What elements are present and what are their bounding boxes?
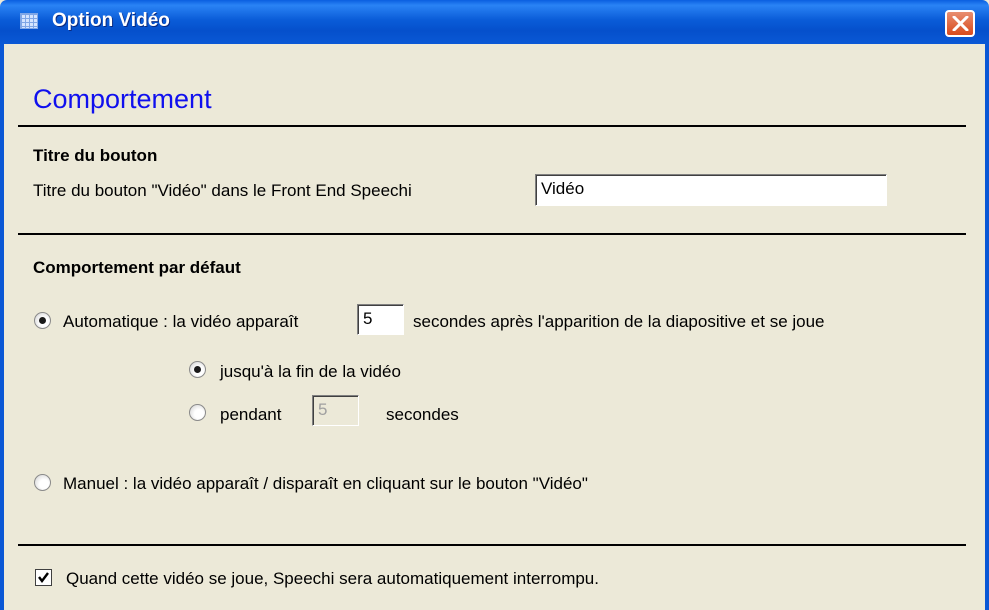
divider <box>18 233 966 235</box>
button-title-input[interactable]: Vidéo <box>535 174 887 206</box>
manual-label: Manuel : la vidéo apparaît / disparaît e… <box>63 474 588 493</box>
title-bar: Option Vidéo <box>0 0 989 44</box>
checkmark-icon <box>38 572 49 583</box>
radio-selected-dot <box>39 317 46 324</box>
button-title-field-label: Titre du bouton "Vidéo" dans le Front En… <box>33 181 412 200</box>
divider <box>18 544 966 546</box>
until-end-label: jusqu'à la fin de la vidéo <box>220 362 401 381</box>
auto-delay-input[interactable]: 5 <box>357 304 404 335</box>
button-title-section-title: Titre du bouton <box>33 146 158 165</box>
during-radio[interactable] <box>189 404 206 421</box>
interrupt-checkbox[interactable] <box>35 569 52 586</box>
manual-radio[interactable] <box>34 474 51 491</box>
app-icon <box>20 13 38 29</box>
during-seconds-input[interactable]: 5 <box>312 395 359 426</box>
auto-label: Automatique : la vidéo apparaît <box>63 312 299 331</box>
radio-selected-dot <box>194 366 201 373</box>
page-heading: Comportement <box>33 84 212 114</box>
window-frame-right <box>985 44 989 610</box>
window-frame-left <box>0 44 4 610</box>
window-title: Option Vidéo <box>52 10 170 31</box>
close-button[interactable] <box>945 10 975 37</box>
close-icon <box>952 16 969 31</box>
during-unit-label: secondes <box>386 405 459 424</box>
default-behavior-section-title: Comportement par défaut <box>33 258 241 277</box>
until-end-radio[interactable] <box>189 361 206 378</box>
auto-radio[interactable] <box>34 312 51 329</box>
divider <box>18 125 966 127</box>
interrupt-label: Quand cette vidéo se joue, Speechi sera … <box>66 569 599 588</box>
auto-label-after: secondes après l'apparition de la diapos… <box>413 312 825 331</box>
during-label: pendant <box>220 405 282 424</box>
